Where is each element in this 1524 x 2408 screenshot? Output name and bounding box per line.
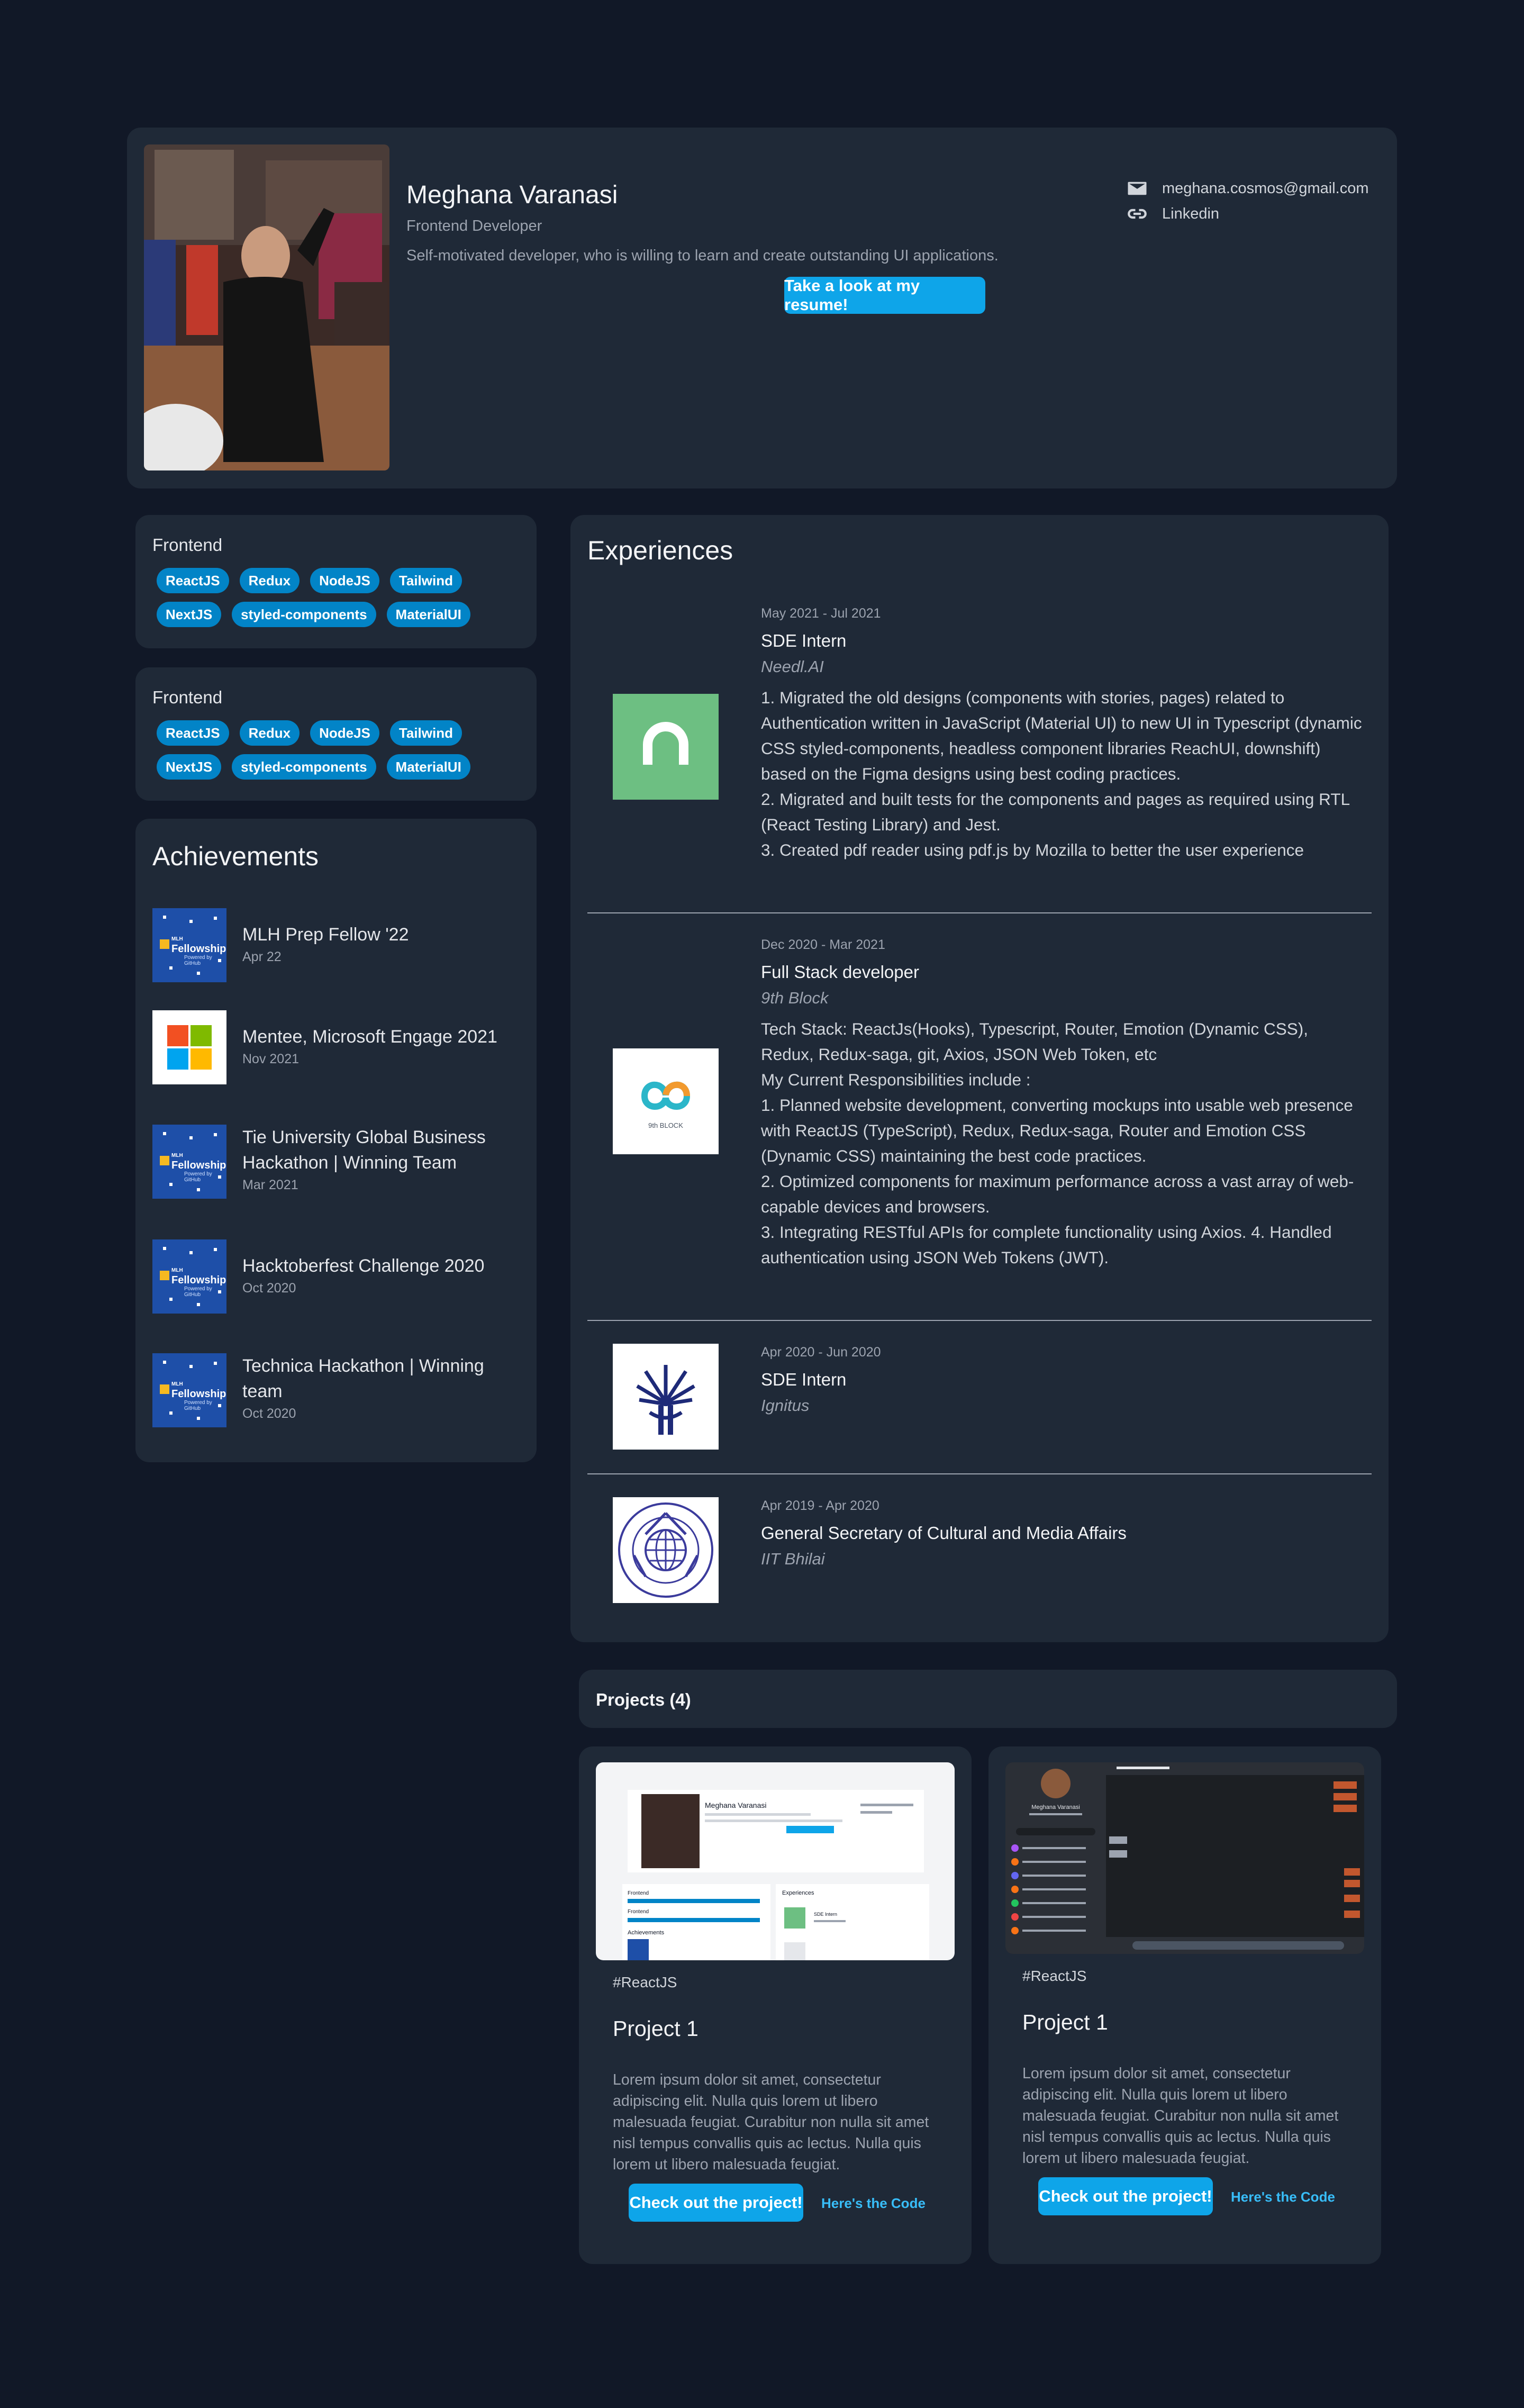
mail-icon [1128, 182, 1147, 195]
achievement-name: Tie University Global Business Hackathon… [242, 1127, 486, 1173]
achievement-item: MLH Fellowship Powered by GitHub Tie Univ… [152, 1125, 523, 1199]
project-screenshot: Meghana Varanasi [1005, 1762, 1364, 1954]
linkedin-text: Linkedin [1162, 205, 1220, 222]
project-description: Lorem ipsum dolor sit amet, consectetur … [613, 2071, 929, 2173]
svg-text:SDE Intern: SDE Intern [814, 1912, 837, 1917]
achievement-name: Hacktoberfest Challenge 2020 [242, 1256, 485, 1276]
experience-company: IIT Bhilai [761, 1550, 825, 1568]
project-title: Project 1 [613, 2016, 698, 2041]
ignitus-logo [613, 1344, 719, 1450]
svg-text:Frontend: Frontend [628, 1909, 649, 1915]
experience-company: Ignitus [761, 1396, 810, 1415]
achievement-date: Mar 2021 [242, 1178, 298, 1192]
project-card: Meghana Varanasi Frontend Frontend Achie… [579, 1746, 972, 2264]
skill-chip: styled-components [232, 602, 376, 627]
experience-company: Needl.AI [761, 657, 824, 676]
skill-chip: NextJS [157, 602, 222, 627]
achievement-date: Oct 2020 [242, 1281, 296, 1296]
svg-text:Achievements: Achievements [628, 1930, 665, 1936]
projects-title: Projects (4) [596, 1690, 691, 1709]
project-tag: #ReactJS [1022, 1968, 1087, 1984]
experience-title: SDE Intern [761, 1370, 847, 1389]
skill-chip: Redux [239, 568, 300, 593]
microsoft-logo [152, 1010, 226, 1084]
experience-title: SDE Intern [761, 631, 847, 650]
skills-title: Frontend [152, 535, 223, 555]
profile-name: Meghana Varanasi [406, 181, 618, 209]
skill-chip: Redux [239, 720, 300, 746]
svg-text:Frontend: Frontend [628, 1890, 649, 1896]
project-tag: #ReactJS [613, 1974, 677, 1990]
project-title: Project 1 [1022, 2010, 1108, 2034]
experience-description: 1. Migrated the old designs (components … [761, 688, 1362, 859]
projects-header: Projects (4) [579, 1670, 1397, 1728]
iit-bhilai-logo [613, 1497, 719, 1603]
experiences-title: Experiences [587, 536, 733, 565]
skill-chip: ReactJS [157, 568, 229, 593]
skills-card: Frontend ReactJS Redux NodeJS Tailwind N… [135, 515, 537, 648]
mlh-fellowship-logo: MLH Fellowship Powered by GitHub [152, 1239, 226, 1314]
project-description: Lorem ipsum dolor sit amet, consectetur … [1022, 2065, 1339, 2167]
experience-company: 9th Block [761, 989, 829, 1007]
mlh-fellowship-logo: MLH Fellowship Powered by GitHub [152, 1125, 226, 1199]
skill-chip: ReactJS [157, 720, 229, 746]
svg-text:Meghana Varanasi: Meghana Varanasi [1031, 1804, 1080, 1810]
experience-title: Full Stack developer [761, 962, 919, 982]
skill-chip: NodeJS [310, 720, 379, 746]
achievement-item: MLH Fellowship Powered by GitHub Hacktobe… [152, 1239, 523, 1314]
experience-date: Apr 2019 - Apr 2020 [761, 1498, 879, 1513]
achievements-card: Achievements MLH Fellowship Powered by Gi… [135, 819, 537, 1462]
achievement-date: Oct 2020 [242, 1406, 296, 1421]
skill-chip: MaterialUI [386, 754, 470, 780]
code-link[interactable]: Here's the Code [1231, 2189, 1335, 2205]
email-contact[interactable]: meghana.cosmos@gmail.com [1126, 177, 1368, 200]
experience-title: General Secretary of Cultural and Media … [761, 1523, 1127, 1543]
skill-chip: Tailwind [389, 720, 462, 746]
check-out-project-button[interactable]: Check out the project! [629, 2184, 803, 2222]
achievement-name: MLH Prep Fellow '22 [242, 925, 409, 945]
mlh-fellowship-logo: MLH Fellowship Powered by GitHub [152, 908, 226, 982]
achievement-item: MLH Fellowship Powered by GitHub MLH Prep… [152, 908, 523, 982]
achievement-date: Nov 2021 [242, 1052, 300, 1066]
project-screenshot: Meghana Varanasi Frontend Frontend Achie… [596, 1762, 955, 1960]
skill-chip: NodeJS [310, 568, 379, 593]
experiences-card: Experiences May 2021 - Jul 2021 SDE Inte… [570, 515, 1389, 1642]
code-link[interactable]: Here's the Code [821, 2195, 926, 2212]
skill-chip: Tailwind [389, 568, 462, 593]
mlh-fellowship-logo: MLH Fellowship Powered by GitHub [152, 1353, 226, 1427]
skills-title: Frontend [152, 687, 223, 707]
achievement-name: Mentee, Microsoft Engage 2021 [242, 1027, 497, 1047]
profile-photo [144, 144, 389, 470]
experience-description: Tech Stack: ReactJs(Hooks), Typescript, … [761, 1019, 1354, 1267]
link-icon [1128, 209, 1147, 219]
svg-text:Meghana Varanasi: Meghana Varanasi [705, 1801, 766, 1809]
divider [587, 1320, 1372, 1321]
profile-header: Meghana Varanasi Frontend Developer Self… [127, 128, 1397, 488]
linkedin-contact[interactable]: Linkedin [1126, 203, 1219, 225]
skills-card: Frontend ReactJS Redux NodeJS Tailwind N… [135, 667, 537, 801]
experience-date: May 2021 - Jul 2021 [761, 606, 881, 621]
skill-chip: MaterialUI [386, 602, 470, 627]
achievements-title: Achievements [152, 841, 319, 871]
project-card: Meghana Varanasi #ReactJS Project 1 Lore… [988, 1746, 1381, 2264]
skill-chip: NextJS [157, 754, 222, 780]
achievement-name: Technica Hackathon | Winning team [242, 1356, 484, 1401]
resume-button[interactable]: Take a look at my resume! [784, 276, 985, 314]
divider [587, 912, 1372, 913]
svg-text:Experiences: Experiences [782, 1890, 814, 1896]
email-text: meghana.cosmos@gmail.com [1162, 179, 1369, 197]
achievement-item: MLH Fellowship Powered by GitHub Technica… [152, 1353, 523, 1427]
divider [587, 1473, 1372, 1474]
9thblock-logo: 9th BLOCK [613, 1048, 719, 1154]
experience-date: Apr 2020 - Jun 2020 [761, 1345, 881, 1360]
check-out-project-button[interactable]: Check out the project! [1038, 2177, 1213, 2215]
profile-role: Frontend Developer [406, 218, 542, 234]
achievement-date: Apr 22 [242, 949, 282, 964]
needl-logo [613, 694, 719, 800]
profile-bio: Self-motivated developer, who is willing… [406, 247, 999, 264]
experience-date: Dec 2020 - Mar 2021 [761, 937, 885, 952]
skill-chip: styled-components [232, 754, 376, 780]
achievement-item: Mentee, Microsoft Engage 2021 Nov 2021 [152, 1010, 523, 1084]
svg-text:9th BLOCK: 9th BLOCK [648, 1121, 683, 1129]
